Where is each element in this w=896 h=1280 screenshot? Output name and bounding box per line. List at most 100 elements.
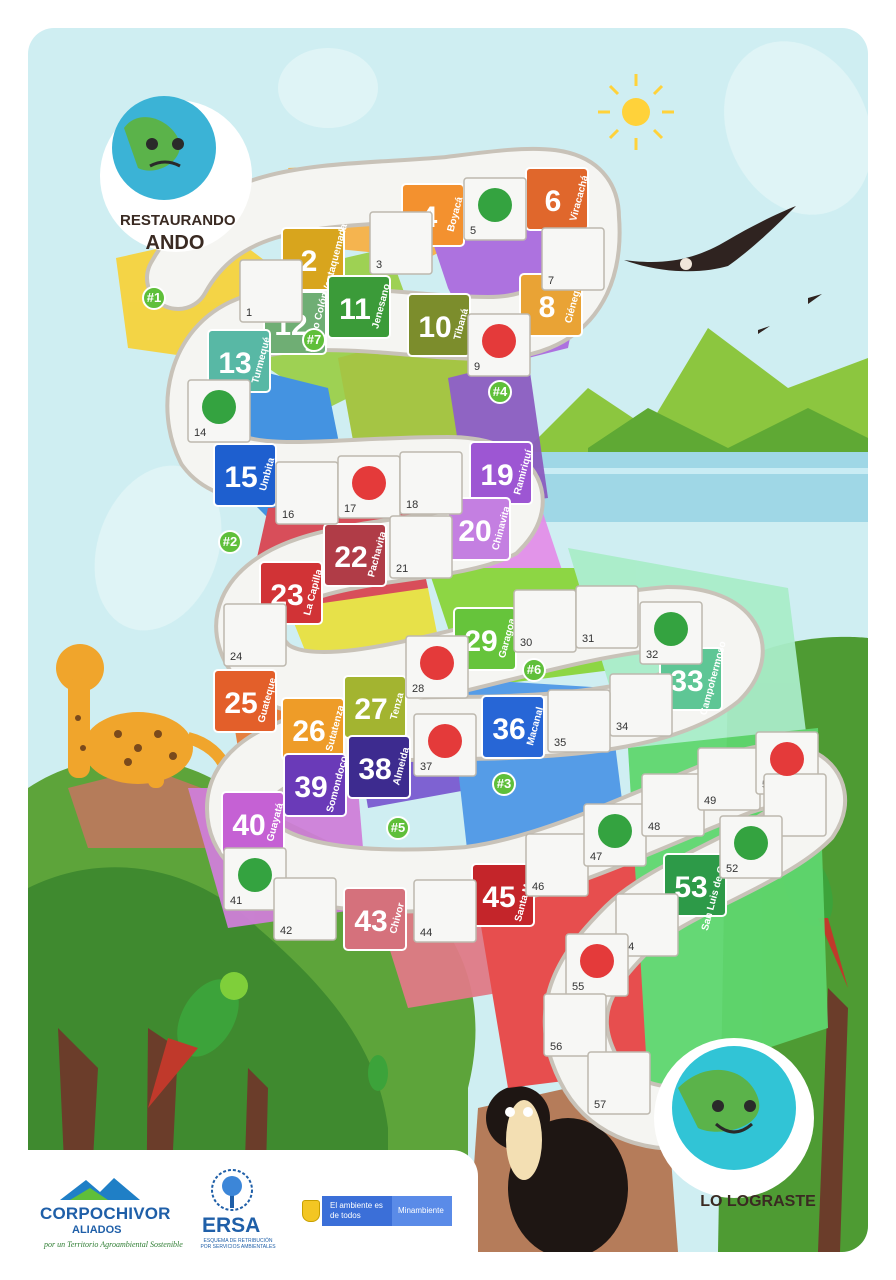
board-square-number: 3 — [376, 259, 382, 271]
board-square-number: 18 — [406, 499, 418, 511]
board-square-number: 35 — [554, 737, 566, 749]
board-square-number: 40 — [232, 809, 265, 842]
board-square-6: 6 Viracachá — [525, 167, 591, 231]
start-title-line2: ANDO — [145, 232, 205, 254]
board-square-number: 8 — [539, 291, 556, 324]
board-square-34: 34 — [609, 673, 673, 737]
board-square-number: 28 — [412, 683, 424, 695]
board-square-22: 22Pachavita — [323, 523, 389, 587]
board-square-number: 31 — [582, 633, 594, 645]
board-square-number: 42 — [280, 925, 292, 937]
board-square-number: 13 — [218, 347, 251, 380]
red-circle-icon — [482, 324, 516, 358]
board-square-number: 36 — [492, 713, 525, 746]
board-square-number: 21 — [396, 563, 408, 575]
board-square-46: 46 — [525, 833, 589, 897]
board-square-number: 52 — [726, 863, 738, 875]
ersa-title: ERSA — [202, 1214, 261, 1237]
board-square-15: 15 Umbita — [213, 443, 277, 507]
board-square-number: 26 — [292, 715, 325, 748]
board-square-number: 15 — [224, 461, 257, 494]
region-label: #2 — [223, 534, 237, 549]
board-square-35: 35 — [547, 689, 611, 753]
board-square-number: 25 — [224, 687, 257, 720]
board-square-number: 32 — [646, 649, 658, 661]
board-square-57: 57 — [587, 1051, 651, 1115]
region-label: #7 — [307, 332, 321, 347]
board-square-40: 40 Guayatá — [221, 791, 286, 855]
region-label: #5 — [391, 820, 405, 835]
board-square-44: 44 — [413, 879, 477, 943]
board-square-number: 45 — [482, 881, 515, 914]
board-square-49: 49 — [697, 747, 761, 811]
board-square-42: 42 — [273, 877, 337, 941]
green-circle-icon — [202, 390, 236, 424]
red-circle-icon — [420, 646, 454, 680]
board-square-11: 11 Jenesano — [327, 275, 393, 339]
board-square-number: 5 — [470, 225, 476, 237]
region-label: #3 — [497, 776, 511, 791]
green-circle-icon — [478, 188, 512, 222]
board-square-36: 36 Macanal — [481, 695, 546, 759]
corpochivor-tagline: por un Territorio Agroambiental Sostenib… — [44, 1240, 183, 1249]
board-square-number: 9 — [474, 361, 480, 373]
red-circle-icon — [428, 724, 462, 758]
board-square-number: 43 — [354, 905, 387, 938]
board-square-18: 18 — [399, 451, 463, 515]
game-board: 2Ventaquemada4Boyacá6Viracachá8Ciénega10… — [28, 28, 868, 1252]
board-square-24: 24 — [223, 603, 287, 667]
board-square-number: 14 — [194, 427, 206, 439]
board-square-number: 41 — [230, 895, 242, 907]
board-square-number: 17 — [344, 503, 356, 515]
board-square-number: 48 — [648, 821, 660, 833]
board-square-56: 56 — [543, 993, 607, 1057]
finish-badge — [654, 1038, 814, 1198]
board-square-number: 30 — [520, 637, 532, 649]
corpochivor-title: CORPOCHIVOR — [40, 1204, 171, 1223]
board-square-number: 38 — [358, 753, 391, 786]
board-square-number: 29 — [464, 625, 497, 658]
board-square-31: 31 — [575, 585, 639, 649]
green-circle-icon — [598, 814, 632, 848]
mountains — [508, 328, 868, 522]
red-circle-icon — [770, 742, 804, 776]
corpochivor-logo-icon — [60, 1178, 140, 1200]
board-square-3: 3 — [369, 211, 433, 275]
board-square-number: 37 — [420, 761, 432, 773]
minambiente-slogan: El ambiente es de todos — [322, 1196, 392, 1226]
board-square-number: 55 — [572, 981, 584, 993]
board-square-number: 47 — [590, 851, 602, 863]
board-square-number: 53 — [674, 871, 707, 904]
board-square-number: 56 — [550, 1041, 562, 1053]
region-label: #6 — [527, 662, 541, 677]
board-square-number: 49 — [704, 795, 716, 807]
board-square-number: 6 — [545, 185, 562, 218]
start-title: RESTAURANDO ANDO — [120, 210, 236, 254]
board-square-number: 16 — [282, 509, 294, 521]
board-square-19: 19Ramiriquí — [469, 441, 535, 505]
minambiente-logo: El ambiente es de todos Minambiente — [302, 1196, 452, 1226]
colombia-shield-icon — [302, 1200, 320, 1222]
board-square-27: 27 Tenza — [343, 675, 407, 739]
corpochivor-subtitle: ALIADOS — [72, 1224, 122, 1236]
board-square-30: 30 — [513, 589, 577, 653]
board-square-16: 16 — [275, 461, 339, 525]
board-square-25: 25Guateque — [213, 669, 279, 733]
board-square-43: 43 Chivor — [343, 887, 407, 951]
minambiente-label: Minambiente — [392, 1196, 452, 1226]
red-circle-icon — [580, 944, 614, 978]
board-square-number: 7 — [548, 275, 554, 287]
board-square-38: 38 Almeida — [347, 735, 412, 799]
board-square-21: 21 — [389, 515, 453, 579]
board-square-number: 46 — [532, 881, 544, 893]
board-square-number: 2 — [301, 245, 318, 278]
board-square-number: 10 — [418, 311, 451, 344]
board-square-number: 27 — [354, 693, 387, 726]
ersa-subtitle: ESQUEMA DE RETRIBUCIÓN POR SERVICIOS AMB… — [200, 1238, 276, 1250]
green-circle-icon — [734, 826, 768, 860]
region-label: #4 — [493, 384, 508, 399]
board-square-number: 39 — [294, 771, 327, 804]
finish-title: LO LOGRASTE — [700, 1193, 816, 1210]
board-square-10: 10 Tibaná — [407, 293, 471, 357]
green-circle-icon — [654, 612, 688, 646]
